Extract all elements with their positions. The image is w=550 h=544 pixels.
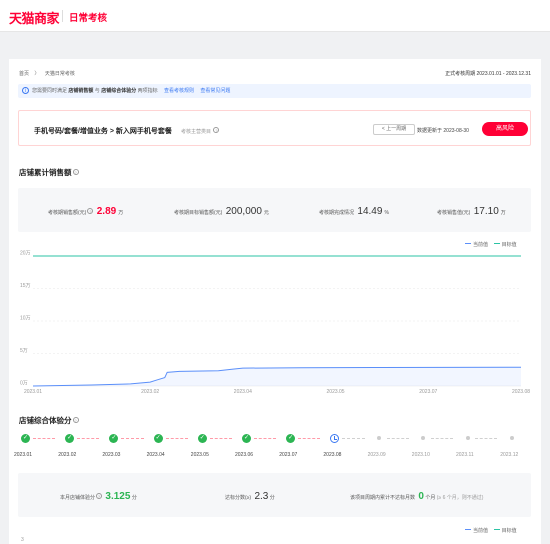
- x-tick-label: 2023.04: [234, 389, 252, 395]
- breadcrumb-current: 天猫日常考核: [44, 71, 75, 77]
- data-updated-text: 数据更新于 2023-08-30: [417, 128, 469, 134]
- score-chart-y-tick: 3: [21, 537, 24, 543]
- progress-connector: [33, 438, 56, 439]
- check-icon[interactable]: ✓: [286, 434, 296, 443]
- check-icon[interactable]: ✓: [197, 434, 207, 443]
- month-label[interactable]: 2023.06: [235, 452, 253, 458]
- breadcrumb-separator: 〉: [34, 71, 40, 77]
- progress-connector: [209, 438, 232, 439]
- app-title: 日常考核: [69, 13, 108, 24]
- pending-dot-icon[interactable]: [465, 436, 470, 440]
- stat-pass-score: 达标分数(≥) 2.3 分: [225, 491, 275, 502]
- series-area-current: [33, 367, 521, 386]
- notice-text: 您需要同时满足: [32, 88, 69, 94]
- breadcrumb-home[interactable]: 首页: [19, 71, 29, 77]
- experience-section-title: 店铺综合体验分?: [19, 416, 79, 425]
- category-subtitle: 考核主营类目 ?: [181, 127, 220, 135]
- pending-dot-icon[interactable]: [421, 436, 426, 440]
- stat-month-score: 本月店铺体验分? 3.125 分: [60, 491, 137, 502]
- tmall-logo[interactable]: 天猫商家: [9, 8, 60, 27]
- sales-chart: 20万 15万 10万 5万 0万 2023.01 2023.02 2023.04 2023.0…: [20, 251, 530, 396]
- y-tick-label: 0万: [20, 381, 28, 387]
- x-tick-label: 2023.07: [419, 389, 437, 395]
- notice-metric-score: 店铺综合体验分: [101, 88, 137, 94]
- legend-target[interactable]: 目标值: [493, 528, 517, 534]
- category-box: 手机号码/套餐/增值业务 > 新入网手机号套餐 考核主营类目 ? < 上一周期 …: [18, 110, 531, 146]
- progress-connector: [254, 438, 277, 439]
- help-icon[interactable]: ?: [72, 169, 79, 175]
- sales-stats: 考核期销售额(元)? 2.89 万 考核期目标销售额(元) 200,000 元 考核…: [18, 188, 531, 232]
- notice-bar: i 您需要同时满足 店铺销售额 与 店铺综合体验分 两项指标 查看考核规则 查看…: [18, 84, 531, 98]
- month-label[interactable]: 2023.04: [147, 452, 165, 458]
- rules-link[interactable]: 查看考核规则: [164, 88, 194, 94]
- main-card: 首页 〉 天猫日常考核 正式考核周期 2023.01.01 - 2023.12.…: [9, 59, 541, 544]
- month-label[interactable]: 2023.11: [456, 452, 474, 458]
- month-label[interactable]: 2023.09: [368, 452, 386, 458]
- progress-connector: [342, 438, 365, 439]
- top-bar: 天猫商家 日常考核: [0, 0, 550, 32]
- score-stats: 本月店铺体验分? 3.125 分 达标分数(≥) 2.3 分 该项目周期内累计不…: [18, 473, 531, 517]
- progress-connector: [121, 438, 144, 439]
- progress-connector: [77, 438, 100, 439]
- stat-assess-value: 考核销售值(元) 17.10 万: [437, 206, 506, 217]
- category-name: 手机号码/套餐/增值业务 > 新入网手机号套餐: [34, 128, 172, 135]
- divider: [62, 10, 63, 22]
- clock-icon[interactable]: [330, 434, 340, 443]
- faq-link[interactable]: 查看常见问题: [200, 88, 230, 94]
- stat-target: 考核期目标销售额(元) 200,000 元: [174, 206, 269, 217]
- x-tick-label: 2023.08: [512, 389, 530, 395]
- progress-connector: [298, 438, 321, 439]
- previous-period-button[interactable]: < 上一周期: [373, 124, 415, 135]
- assessment-period: 正式考核周期 2023.01.01 - 2023.12.31: [445, 71, 531, 77]
- x-tick-label: 2023.02: [141, 389, 159, 395]
- notice-metric-sales: 店铺销售额: [68, 88, 94, 94]
- pending-dot-icon[interactable]: [509, 436, 514, 440]
- check-icon[interactable]: ✓: [109, 434, 119, 443]
- y-tick-label: 20万: [20, 251, 31, 257]
- x-tick-label: 2023.01: [24, 389, 42, 395]
- month-label[interactable]: 2023.07: [279, 452, 297, 458]
- check-icon[interactable]: ✓: [65, 434, 75, 443]
- check-icon[interactable]: ✓: [242, 434, 251, 443]
- month-label[interactable]: 2023.10: [412, 452, 430, 458]
- sales-section-title: 店铺累计销售额?: [19, 168, 79, 177]
- month-label[interactable]: 2023.08: [323, 452, 341, 458]
- progress-connector: [430, 438, 453, 439]
- stat-sales: 考核期销售额(元)? 2.89 万: [48, 206, 124, 217]
- y-tick-label: 10万: [20, 316, 31, 322]
- y-tick-label: 15万: [20, 283, 31, 289]
- month-label[interactable]: 2023.02: [58, 452, 76, 458]
- progress-connector: [386, 438, 409, 439]
- month-label[interactable]: 2023.12: [500, 452, 518, 458]
- pending-dot-icon[interactable]: [377, 436, 382, 440]
- x-tick-label: 2023.05: [327, 389, 345, 395]
- stat-fail-months: 该项目周期内累计不达标月数 0 个月 (≥ 6 个月，则不通过): [350, 491, 484, 502]
- breadcrumb: 首页 〉 天猫日常考核: [19, 70, 79, 77]
- progress-connector: [165, 438, 188, 439]
- help-icon[interactable]: ?: [87, 208, 94, 214]
- progress-connector: [475, 438, 498, 439]
- month-label[interactable]: 2023.05: [191, 452, 209, 458]
- info-icon: i: [22, 87, 29, 94]
- month-label[interactable]: 2023.03: [102, 452, 120, 458]
- notice-text: 两项指标: [136, 88, 158, 94]
- score-chart-legend: 当前值 目标值: [465, 527, 517, 534]
- stat-completion: 考核期完成情况 14.49%: [319, 206, 389, 217]
- help-icon[interactable]: ?: [213, 127, 220, 133]
- help-icon[interactable]: ?: [96, 493, 103, 499]
- check-icon[interactable]: ✓: [21, 434, 30, 443]
- risk-level-badge[interactable]: 高风险: [482, 122, 528, 136]
- y-tick-label: 5万: [20, 348, 28, 354]
- legend-current[interactable]: 当前值: [465, 528, 488, 534]
- month-label[interactable]: 2023.01: [14, 452, 32, 458]
- help-icon[interactable]: ?: [72, 417, 79, 423]
- check-icon[interactable]: ✓: [153, 434, 163, 443]
